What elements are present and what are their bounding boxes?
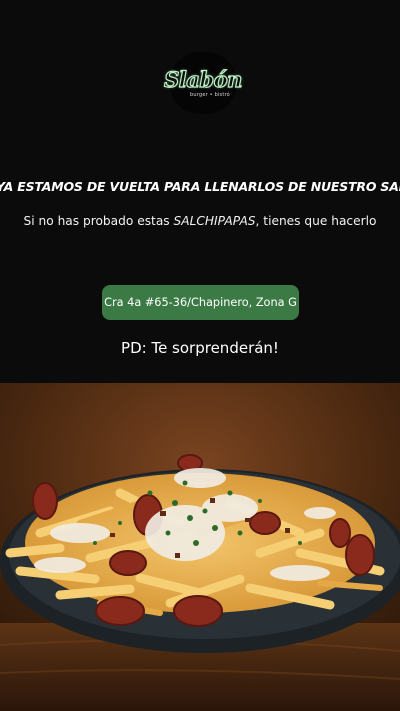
headline: YA ESTAMOS DE VUELTA PARA LLENARLOS DE N… [0, 179, 400, 194]
promo-screen: Slabón burger • bistró YA ESTAMOS DE VUE… [0, 0, 400, 711]
salchipapas-image [0, 383, 400, 711]
address-button-label: Cra 4a #65-36/Chapinero, Zona G [104, 296, 297, 309]
postscript: PD: Te sorprenderán! [121, 339, 279, 357]
subheadline-text-start: Si no has probado estas [23, 214, 174, 228]
food-photo [0, 383, 400, 711]
subheadline-text-end: , tienes que hacerlo [255, 214, 377, 228]
address-button[interactable]: Cra 4a #65-36/Chapinero, Zona G [102, 285, 299, 320]
subheadline-emphasis: SALCHIPAPAS [173, 214, 256, 228]
logo-wordmark: Slabón [164, 66, 243, 92]
subheadline: Si no has probado estas SALCHIPAPAS, tie… [0, 214, 400, 228]
logo-tagline: burger • bistró [190, 91, 230, 98]
promo-header: Slabón burger • bistró YA ESTAMOS DE VUE… [0, 0, 400, 383]
brand-logo: Slabón burger • bistró [164, 52, 243, 114]
